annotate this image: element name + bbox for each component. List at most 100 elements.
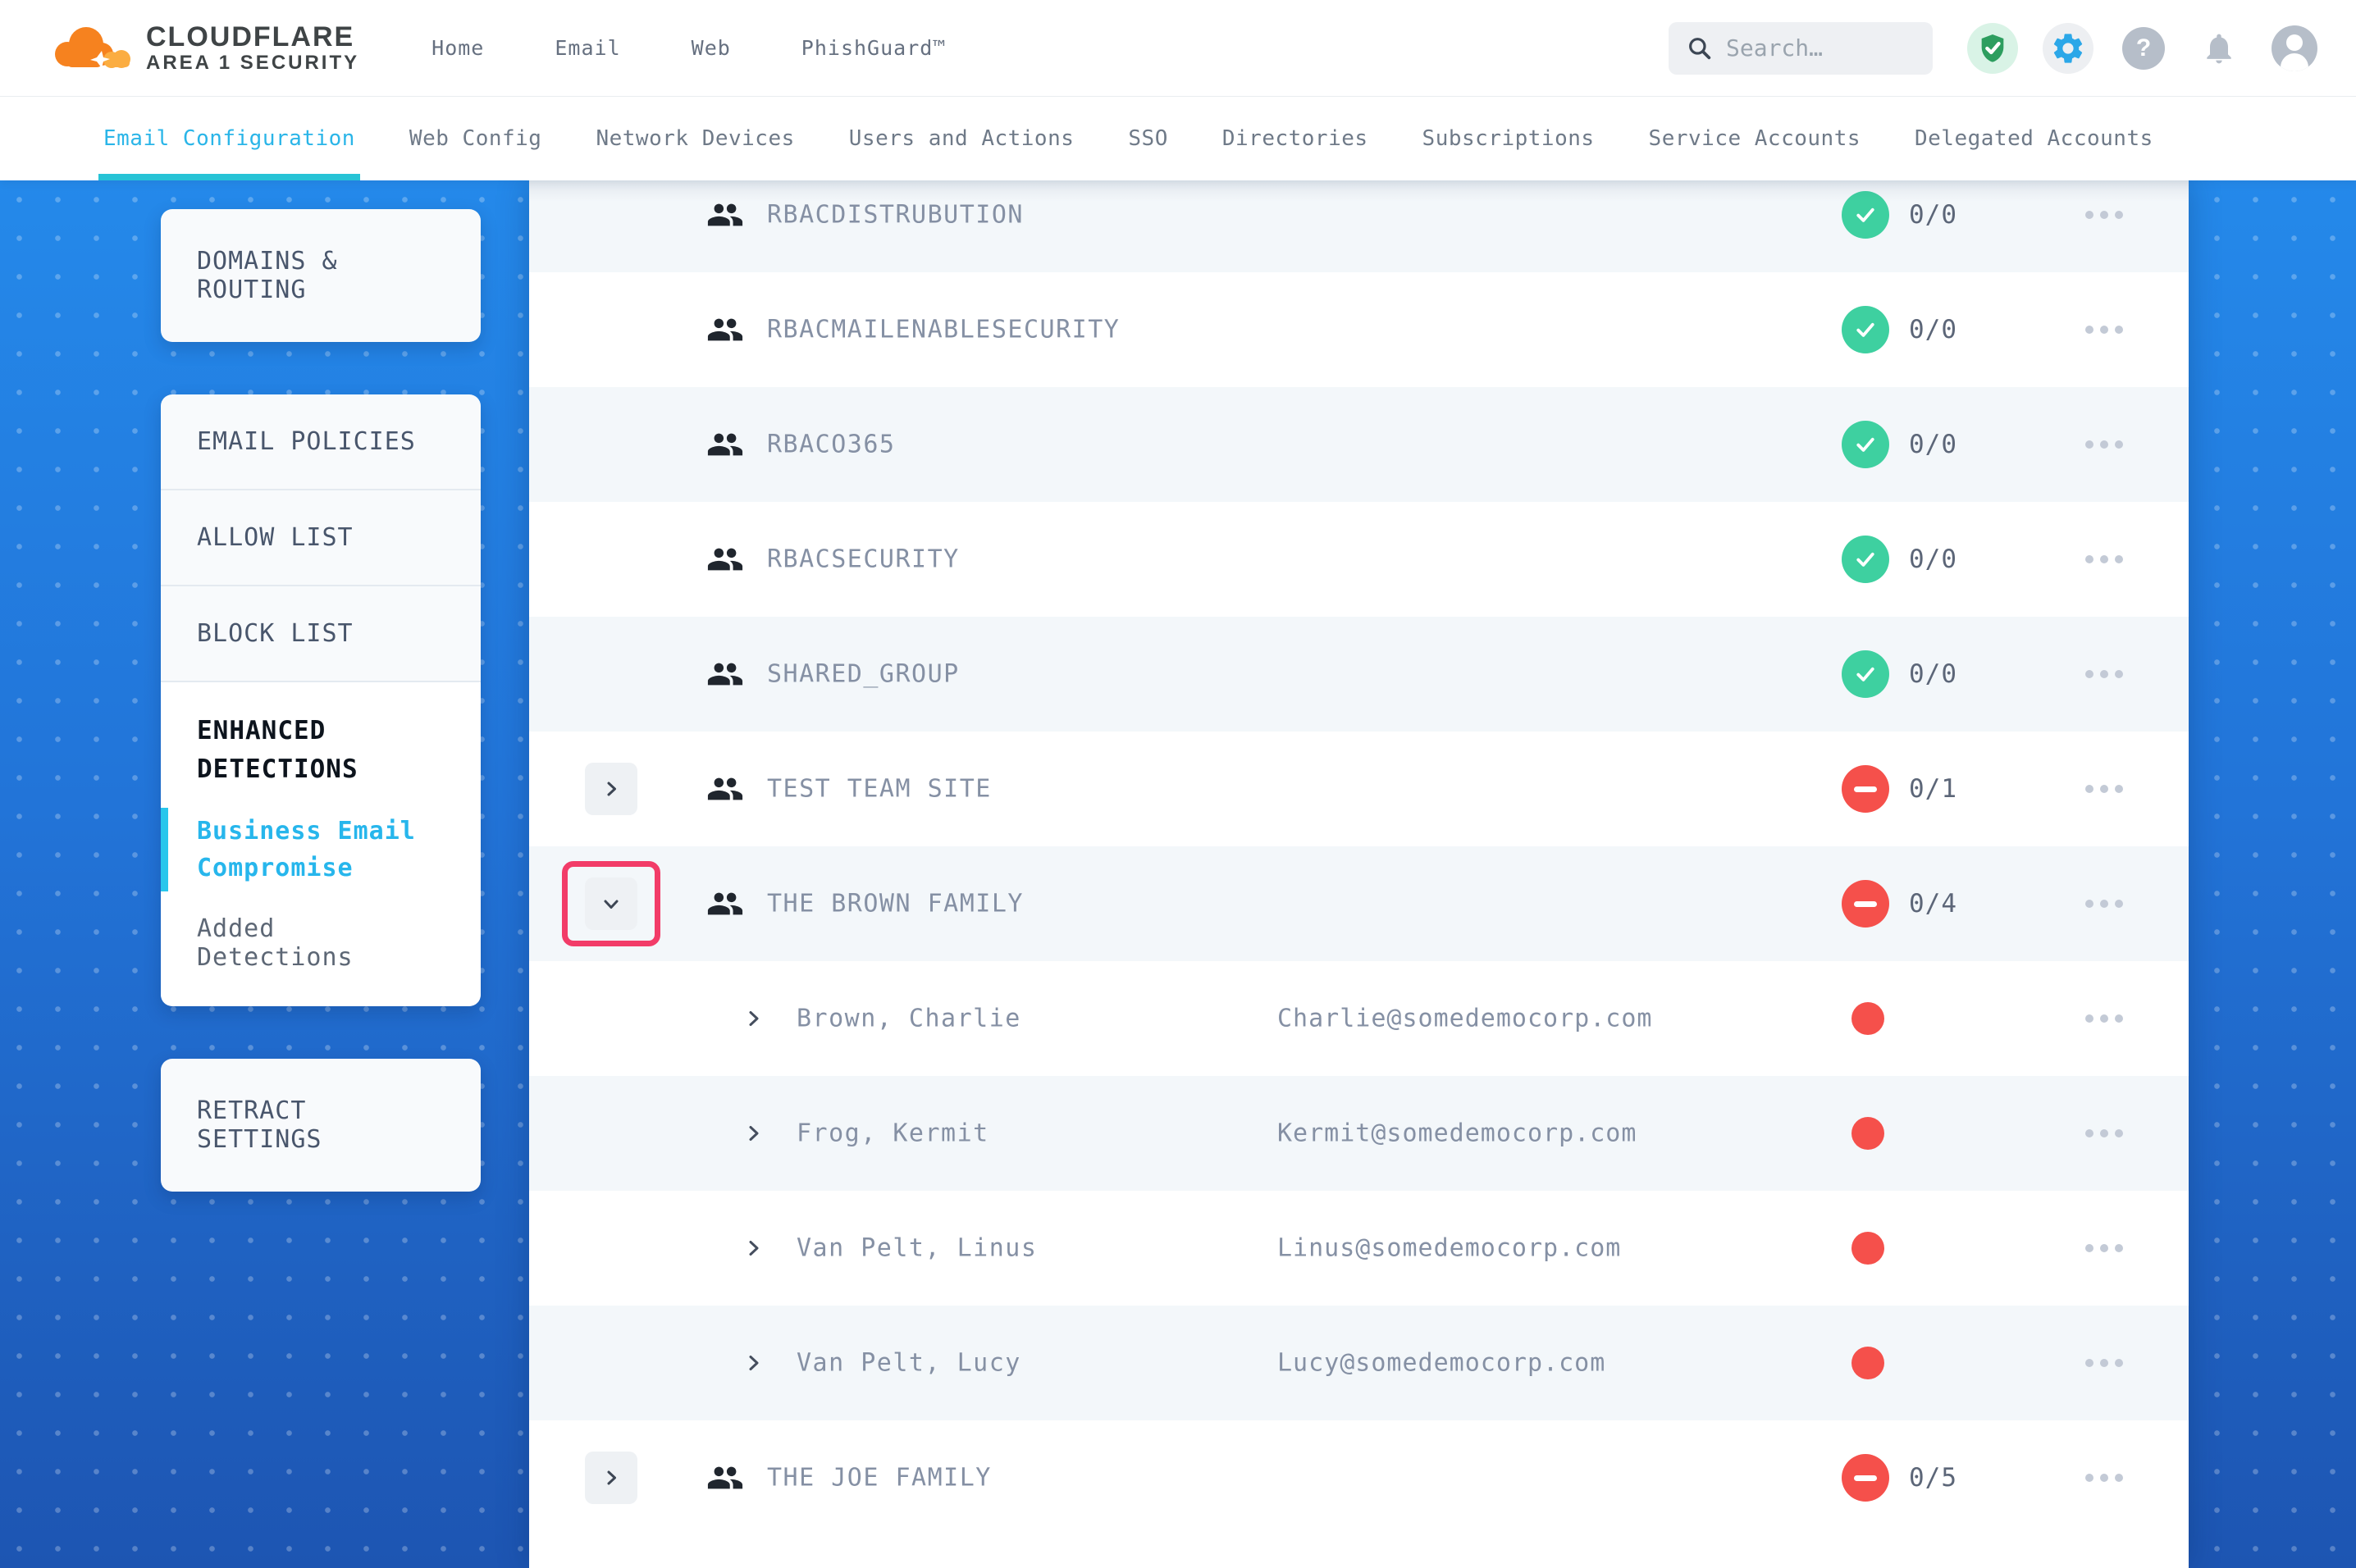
row-actions-button[interactable] <box>2082 1121 2126 1146</box>
row-actions-button[interactable] <box>2082 662 2126 686</box>
expand-group-button[interactable] <box>585 1452 637 1504</box>
member-name: Brown, Charlie <box>797 1005 1021 1033</box>
status-badge: 0/5 <box>1842 1454 1957 1502</box>
group-name: RBACO365 <box>767 431 896 459</box>
tab-email-configuration[interactable]: Email Configuration <box>103 97 355 180</box>
row-actions-button[interactable] <box>2082 203 2126 227</box>
chevron-right-icon <box>600 1467 622 1488</box>
tab-service-accounts[interactable]: Service Accounts <box>1649 97 1861 180</box>
minus-icon <box>1842 1454 1889 1502</box>
group-name: RBACDISTRUBUTION <box>767 201 1024 230</box>
group-icon <box>706 1459 744 1497</box>
group-icon <box>706 196 744 234</box>
table-row: THE JOE FAMILY 0/5 <box>529 1420 2189 1535</box>
chevron-right-icon <box>744 1009 764 1028</box>
row-actions-button[interactable] <box>2082 777 2126 801</box>
member-email: Kermit@somedemocorp.com <box>1277 1119 1637 1148</box>
settings-button[interactable] <box>2043 23 2093 74</box>
status-count: 0/0 <box>1909 430 1957 459</box>
config-tab-bar: Email Configuration Web Config Network D… <box>0 97 2356 180</box>
security-status-button[interactable] <box>1967 23 2018 74</box>
page-background: DOMAINS & ROUTING EMAIL POLICIES ALLOW L… <box>0 180 2356 1568</box>
collapse-group-button[interactable] <box>585 877 637 930</box>
row-actions-button[interactable] <box>2082 547 2126 572</box>
sidebar-item-label: EMAIL POLICIES <box>197 427 416 456</box>
sidebar-item-email-policies[interactable]: EMAIL POLICIES <box>161 394 481 489</box>
row-actions-button[interactable] <box>2082 1006 2126 1031</box>
status-count: 0/0 <box>1909 200 1957 230</box>
table-row: RBACMAILENABLESECURITY 0/0 <box>529 272 2189 387</box>
tab-network-devices[interactable]: Network Devices <box>596 97 794 180</box>
tab-users-and-actions[interactable]: Users and Actions <box>849 97 1075 180</box>
nav-home[interactable]: Home <box>431 36 484 60</box>
tab-sso[interactable]: SSO <box>1128 97 1167 180</box>
member-email: Charlie@somedemocorp.com <box>1277 1005 1652 1033</box>
row-actions-button[interactable] <box>2082 432 2126 457</box>
group-name: THE JOE FAMILY <box>767 1464 992 1493</box>
status-count: 0/0 <box>1909 659 1957 689</box>
group-name: RBACMAILENABLESECURITY <box>767 316 1120 344</box>
status-badge: 0/1 <box>1842 765 1957 813</box>
avatar-icon <box>2272 25 2317 71</box>
table-row: Van Pelt, Linus Linus@somedemocorp.com <box>529 1191 2189 1306</box>
status-badge: 0/4 <box>1842 880 1957 928</box>
sidebar-item-label: RETRACT SETTINGS <box>197 1096 322 1154</box>
status-badge: 0/0 <box>1842 306 1957 353</box>
nav-email[interactable]: Email <box>555 36 620 60</box>
row-actions-button[interactable] <box>2082 1351 2126 1375</box>
sidebar-item-label: ALLOW LIST <box>197 523 354 552</box>
nav-web[interactable]: Web <box>692 36 731 60</box>
tab-web-config[interactable]: Web Config <box>409 97 542 180</box>
sidebar-item-business-email-compromise[interactable]: Business Email Compromise <box>197 813 445 887</box>
table-row: SHARED_GROUP 0/0 <box>529 617 2189 732</box>
bell-icon <box>2201 30 2237 66</box>
enhanced-detections-section: ENHANCED DETECTIONS Business Email Compr… <box>161 681 481 1006</box>
primary-nav: Home Email Web PhishGuard™ <box>431 36 946 60</box>
header-icon-bar: ? <box>1967 23 2320 74</box>
tab-directories[interactable]: Directories <box>1222 97 1368 180</box>
settings-sidebar: DOMAINS & ROUTING EMAIL POLICIES ALLOW L… <box>161 209 481 1192</box>
sidebar-item-added-detections[interactable]: Added Detections <box>197 914 445 972</box>
check-icon <box>1842 421 1889 468</box>
check-icon <box>1842 191 1889 239</box>
row-actions-button[interactable] <box>2082 1236 2126 1260</box>
check-icon <box>1842 536 1889 583</box>
chevron-right-icon <box>744 1353 764 1373</box>
status-count: 0/0 <box>1909 545 1957 574</box>
chevron-right-icon <box>744 1238 764 1258</box>
row-actions-button[interactable] <box>2082 1465 2126 1490</box>
group-name: TEST TEAM SITE <box>767 775 992 804</box>
group-icon <box>706 540 744 578</box>
shield-check-icon <box>1976 32 2009 65</box>
nav-phishguard[interactable]: PhishGuard™ <box>801 36 947 60</box>
help-button[interactable]: ? <box>2118 23 2169 74</box>
group-icon <box>706 885 744 923</box>
sidebar-item-label: Added Detections <box>197 914 354 972</box>
status-count: 0/0 <box>1909 315 1957 344</box>
sidebar-item-block-list[interactable]: BLOCK LIST <box>161 585 481 681</box>
status-dot <box>1851 1347 1884 1379</box>
search-input[interactable] <box>1726 34 1915 62</box>
member-name: Van Pelt, Lucy <box>797 1349 1021 1378</box>
enhanced-detections-heading: ENHANCED DETECTIONS <box>197 712 445 788</box>
row-actions-button[interactable] <box>2082 891 2126 916</box>
group-icon <box>706 426 744 463</box>
status-count: 0/4 <box>1909 889 1957 918</box>
expand-group-button[interactable] <box>585 763 637 815</box>
email-policies-card: EMAIL POLICIES ALLOW LIST BLOCK LIST ENH… <box>161 394 481 1006</box>
search-box[interactable] <box>1669 22 1933 75</box>
groups-table-panel: RBACDISTRUBUTION 0/0 RBACMAILENABLESECUR… <box>529 180 2189 1568</box>
table-row: RBACO365 0/0 <box>529 387 2189 502</box>
account-button[interactable] <box>2269 23 2320 74</box>
sidebar-item-domains-routing[interactable]: DOMAINS & ROUTING <box>161 209 481 342</box>
sidebar-item-retract-settings[interactable]: RETRACT SETTINGS <box>161 1059 481 1192</box>
tab-delegated-accounts[interactable]: Delegated Accounts <box>1915 97 2153 180</box>
notifications-button[interactable] <box>2194 23 2244 74</box>
table-row: Van Pelt, Lucy Lucy@somedemocorp.com <box>529 1306 2189 1420</box>
sidebar-item-label: Business Email Compromise <box>197 817 416 882</box>
table-row: TEST TEAM SITE 0/1 <box>529 732 2189 846</box>
sidebar-item-allow-list[interactable]: ALLOW LIST <box>161 489 481 585</box>
tab-subscriptions[interactable]: Subscriptions <box>1422 97 1595 180</box>
row-actions-button[interactable] <box>2082 317 2126 342</box>
group-icon <box>706 655 744 693</box>
